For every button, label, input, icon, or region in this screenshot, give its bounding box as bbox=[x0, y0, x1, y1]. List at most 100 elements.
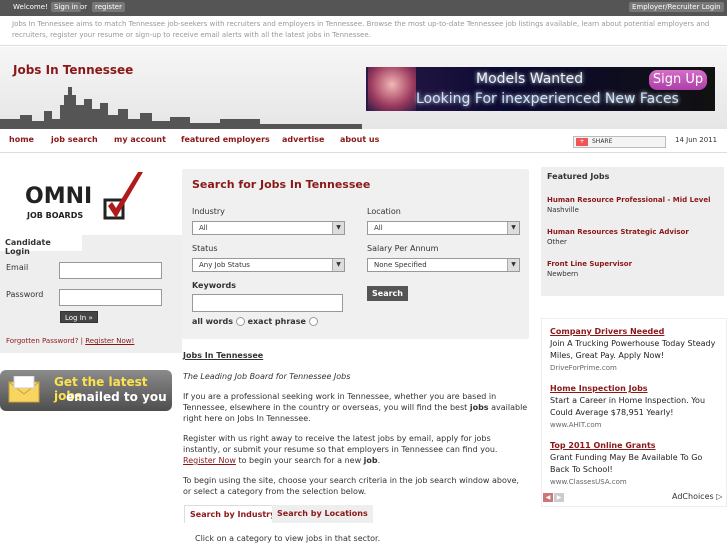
content-para3: To begin using the site, choose your sea… bbox=[183, 476, 520, 496]
industry-label: Industry bbox=[192, 207, 225, 216]
ad-nav-arrows: ◀ ▶ bbox=[543, 492, 565, 502]
welcome-text: Welcome! bbox=[13, 3, 48, 11]
nav-advertise[interactable]: advertise bbox=[282, 135, 324, 144]
category-tabs: Search by Industry Search by Locations bbox=[184, 505, 528, 523]
password-label: Password bbox=[6, 290, 44, 299]
nav-featured-employers[interactable]: featured employers bbox=[181, 135, 270, 144]
adchoices-link[interactable]: AdChoices ▷ bbox=[672, 492, 722, 501]
email-field[interactable] bbox=[59, 262, 162, 279]
forgot-password-link[interactable]: Forgotten Password? bbox=[6, 337, 78, 345]
omni-logo-text: OMNI bbox=[25, 184, 92, 209]
ad-title[interactable]: Company Drivers Needed bbox=[550, 326, 722, 338]
nav-my-account[interactable]: my account bbox=[114, 135, 166, 144]
banner-subline: Looking For inexperienced New Faces bbox=[416, 91, 679, 107]
location-select[interactable]: All ▼ bbox=[367, 221, 520, 235]
email-alerts-promo[interactable]: Get the latest jobs emailed to you bbox=[0, 370, 172, 411]
prev-arrow-icon[interactable]: ◀ bbox=[543, 493, 553, 502]
nav-job-search[interactable]: job search bbox=[51, 135, 98, 144]
featured-jobs-panel: Featured Jobs Human Resource Professiona… bbox=[541, 167, 724, 296]
featured-job-item[interactable]: Human Resources Strategic Advisor Other bbox=[547, 228, 689, 246]
candidate-login-title: Candidate Login bbox=[0, 235, 82, 256]
site-header: Jobs In Tennessee Models Wanted Looking … bbox=[0, 47, 727, 129]
exact-phrase-radio[interactable] bbox=[308, 317, 318, 326]
or-text: or bbox=[80, 3, 88, 11]
candidate-login-panel: Candidate Login Email Password Log In » … bbox=[0, 235, 182, 353]
keywords-input[interactable] bbox=[192, 294, 343, 312]
tab-search-by-locations[interactable]: Search by Locations bbox=[272, 505, 373, 523]
industry-select[interactable]: All ▼ bbox=[192, 221, 345, 235]
ad-title[interactable]: Home Inspection Jobs bbox=[550, 383, 722, 395]
ad-item[interactable]: Top 2011 Online Grants Grant Funding May… bbox=[550, 440, 722, 488]
skyline-graphic bbox=[0, 87, 362, 129]
featured-job-title[interactable]: Human Resources Strategic Advisor bbox=[547, 228, 689, 236]
ad-banner[interactable]: Models Wanted Looking For inexperienced … bbox=[366, 67, 715, 111]
featured-job-item[interactable]: Human Resource Professional - Mid Level … bbox=[547, 196, 711, 214]
exact-phrase-label: exact phrase bbox=[247, 317, 306, 326]
chevron-down-icon: ▼ bbox=[507, 259, 519, 271]
match-options: all words exact phrase bbox=[192, 317, 318, 326]
model-image bbox=[368, 67, 416, 111]
status-label: Status bbox=[192, 244, 218, 253]
content-tagline: The Leading Job Board for Tennessee Jobs bbox=[183, 372, 351, 381]
login-links: Forgotten Password? | Register Now! bbox=[6, 337, 135, 345]
featured-jobs-title: Featured Jobs bbox=[547, 172, 610, 181]
next-arrow-icon[interactable]: ▶ bbox=[554, 493, 564, 502]
ad-item[interactable]: Company Drivers Needed Join A Trucking P… bbox=[550, 326, 722, 374]
salary-value: None Specified bbox=[374, 261, 427, 269]
featured-job-location: Nashville bbox=[547, 206, 579, 214]
featured-job-title[interactable]: Front Line Supervisor bbox=[547, 260, 632, 268]
job-search-panel: Search for Jobs In Tennessee Industry Al… bbox=[182, 169, 529, 339]
location-label: Location bbox=[367, 207, 401, 216]
intro-text: Jobs In Tennessee aims to match Tennesse… bbox=[0, 16, 727, 46]
omni-logo-subtext: JOB BOARDS bbox=[26, 211, 83, 220]
para2-bold: job bbox=[363, 456, 378, 465]
all-words-radio[interactable] bbox=[235, 317, 245, 326]
nav-about-us[interactable]: about us bbox=[340, 135, 379, 144]
register-now-link[interactable]: Register Now! bbox=[85, 337, 134, 345]
para1-bold: jobs bbox=[469, 403, 489, 412]
chevron-down-icon: ▼ bbox=[332, 222, 344, 234]
ad-title[interactable]: Top 2011 Online Grants bbox=[550, 440, 722, 452]
current-date: 14 Jun 2011 bbox=[675, 136, 718, 144]
ad-url[interactable]: www.AHIT.com bbox=[550, 419, 722, 431]
featured-job-item[interactable]: Front Line Supervisor Newbern bbox=[547, 260, 632, 278]
keywords-label: Keywords bbox=[192, 281, 237, 290]
tab-search-by-industry[interactable]: Search by Industry bbox=[184, 505, 282, 523]
para2-text-mid: to begin your search for a new bbox=[235, 456, 364, 465]
register-now-inline-link[interactable]: Register Now bbox=[183, 456, 236, 465]
ads-panel: Company Drivers Needed Join A Trucking P… bbox=[541, 318, 727, 507]
content-heading: Jobs In Tennessee bbox=[183, 351, 264, 360]
banner-signup-button[interactable]: Sign Up bbox=[649, 70, 707, 90]
ad-url[interactable]: DriveForPrime.com bbox=[550, 362, 722, 374]
sign-in-link[interactable]: Sign in bbox=[51, 2, 81, 12]
tab-hint: Click on a category to view jobs in that… bbox=[195, 534, 381, 543]
featured-job-location: Other bbox=[547, 238, 567, 246]
share-button[interactable]: + SHARE bbox=[573, 136, 666, 148]
status-value: Any Job Status bbox=[199, 261, 250, 269]
search-button[interactable]: Search bbox=[367, 286, 408, 301]
featured-job-title[interactable]: Human Resource Professional - Mid Level bbox=[547, 196, 711, 204]
login-button[interactable]: Log In » bbox=[60, 311, 98, 323]
salary-label: Salary Per Annum bbox=[367, 244, 439, 253]
email-label: Email bbox=[6, 263, 29, 272]
banner-headline: Models Wanted bbox=[476, 71, 584, 87]
share-icon: + bbox=[576, 138, 588, 146]
site-logo[interactable]: Jobs In Tennessee bbox=[13, 63, 133, 77]
register-link[interactable]: register bbox=[92, 2, 125, 12]
promo-line2: emailed to you bbox=[66, 390, 167, 404]
para1-text: If you are a professional seeking work i… bbox=[183, 392, 497, 412]
password-field[interactable] bbox=[59, 289, 162, 306]
share-label: SHARE bbox=[592, 138, 613, 145]
ad-description: Grant Funding May Be Available To Go Bac… bbox=[550, 453, 703, 474]
para2-text-end: . bbox=[377, 456, 381, 465]
envelope-icon bbox=[8, 376, 40, 403]
nav-home[interactable]: home bbox=[9, 135, 34, 144]
ad-description: Join A Trucking Powerhouse Today Steady … bbox=[550, 339, 716, 360]
status-select[interactable]: Any Job Status ▼ bbox=[192, 258, 345, 272]
omni-logo[interactable]: OMNI JOB BOARDS bbox=[25, 170, 147, 226]
ad-url[interactable]: www.ClassesUSA.com bbox=[550, 476, 722, 488]
chevron-down-icon: ▼ bbox=[507, 222, 519, 234]
ad-item[interactable]: Home Inspection Jobs Start a Career in H… bbox=[550, 383, 722, 431]
salary-select[interactable]: None Specified ▼ bbox=[367, 258, 520, 272]
employer-login-link[interactable]: Employer/Recruiter Login bbox=[629, 2, 724, 12]
